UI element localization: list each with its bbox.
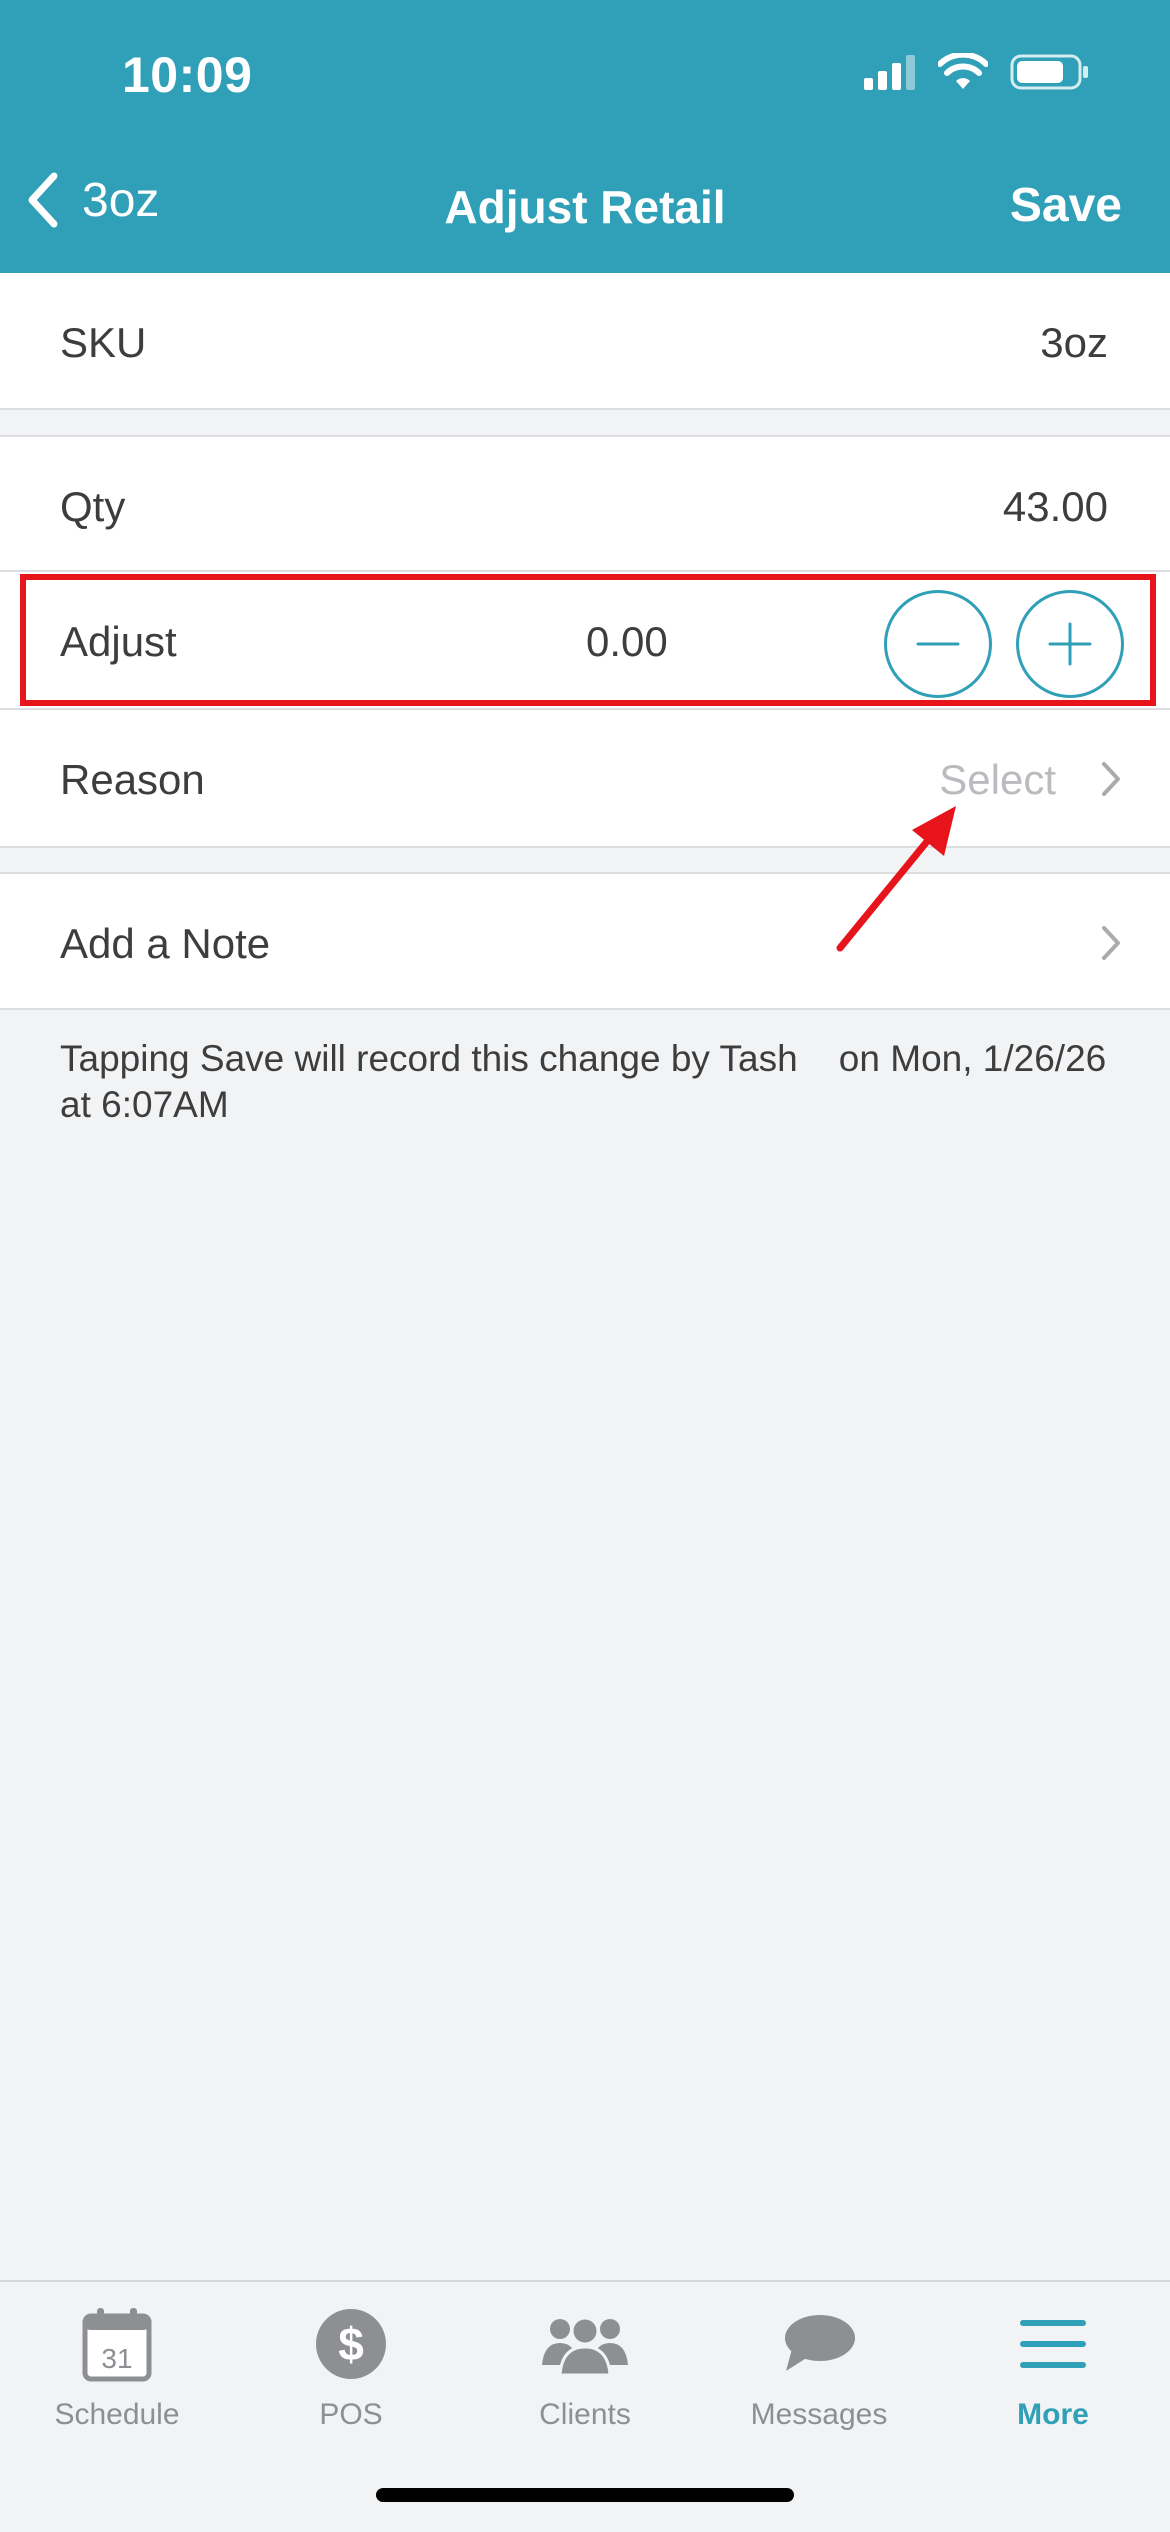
battery-icon bbox=[1010, 54, 1088, 90]
header: 10:09 3oz Adjust Retail Save bbox=[0, 0, 1170, 273]
adjust-label: Adjust bbox=[60, 618, 177, 665]
chevron-right-icon bbox=[1102, 762, 1120, 796]
sku-label: SKU bbox=[60, 319, 147, 366]
decrement-button[interactable] bbox=[884, 590, 992, 698]
add-note-row[interactable]: Add a Note bbox=[0, 872, 1170, 1010]
chevron-left-icon bbox=[28, 172, 58, 228]
plus-icon bbox=[1048, 622, 1092, 666]
tab-messages[interactable]: Messages bbox=[702, 2304, 936, 2444]
tab-clients-label: Clients bbox=[539, 2398, 631, 2431]
tab-more-label: More bbox=[1017, 2398, 1089, 2431]
calendar-icon: 31 bbox=[82, 2308, 152, 2382]
cellular-signal-icon bbox=[864, 55, 915, 90]
qty-value: 43.00 bbox=[1002, 483, 1108, 530]
tab-schedule-label: Schedule bbox=[54, 2398, 180, 2431]
status-icons bbox=[862, 52, 1090, 92]
calendar-day: 31 bbox=[101, 2343, 132, 2374]
add-note-label: Add a Note bbox=[60, 920, 271, 967]
back-button[interactable]: 3oz bbox=[22, 170, 159, 230]
sku-value: 3oz bbox=[1040, 319, 1108, 366]
reason-select[interactable]: Select bbox=[939, 756, 1056, 804]
tab-more[interactable]: More bbox=[936, 2304, 1170, 2444]
save-info-note: Tapping Save will record this change by … bbox=[60, 1036, 1160, 1128]
home-indicator[interactable] bbox=[376, 2488, 794, 2502]
increment-button[interactable] bbox=[1016, 590, 1124, 698]
sku-row: SKU 3oz bbox=[0, 273, 1170, 410]
dollar-icon: $ bbox=[316, 2309, 386, 2379]
wifi-icon bbox=[938, 53, 988, 89]
qty-label: Qty bbox=[60, 483, 126, 530]
reason-label: Reason bbox=[60, 756, 205, 803]
qty-row: Qty 43.00 bbox=[0, 435, 1170, 572]
save-button[interactable]: Save bbox=[1010, 178, 1122, 233]
back-button-label: 3oz bbox=[82, 173, 160, 227]
tab-messages-label: Messages bbox=[750, 2398, 888, 2431]
tab-pos[interactable]: $ POS bbox=[234, 2304, 468, 2444]
reason-row[interactable]: Reason Select bbox=[0, 710, 1170, 848]
people-icon bbox=[542, 2316, 628, 2377]
annotation-arrow bbox=[836, 806, 956, 952]
page-title: Adjust Retail bbox=[444, 181, 726, 233]
tab-schedule[interactable]: 31 Schedule bbox=[0, 2304, 234, 2444]
tab-clients[interactable]: Clients bbox=[468, 2304, 702, 2444]
save-info-line-2: at 6:07AM bbox=[60, 1084, 229, 1125]
svg-text:$: $ bbox=[338, 2318, 364, 2370]
chevron-right-icon bbox=[1102, 926, 1120, 960]
status-time: 10:09 bbox=[122, 47, 253, 103]
adjust-row: Adjust 0.00 bbox=[0, 572, 1170, 710]
chat-bubble-icon bbox=[785, 2315, 855, 2371]
tab-pos-label: POS bbox=[319, 2398, 383, 2431]
menu-icon bbox=[1020, 2320, 1086, 2368]
adjust-value[interactable]: 0.00 bbox=[586, 618, 668, 666]
page: 10:09 3oz Adjust Retail Save SKU 3oz Qty… bbox=[0, 0, 1170, 2532]
save-info-line-1: Tapping Save will record this change by … bbox=[60, 1038, 1107, 1079]
minus-icon bbox=[916, 642, 960, 646]
